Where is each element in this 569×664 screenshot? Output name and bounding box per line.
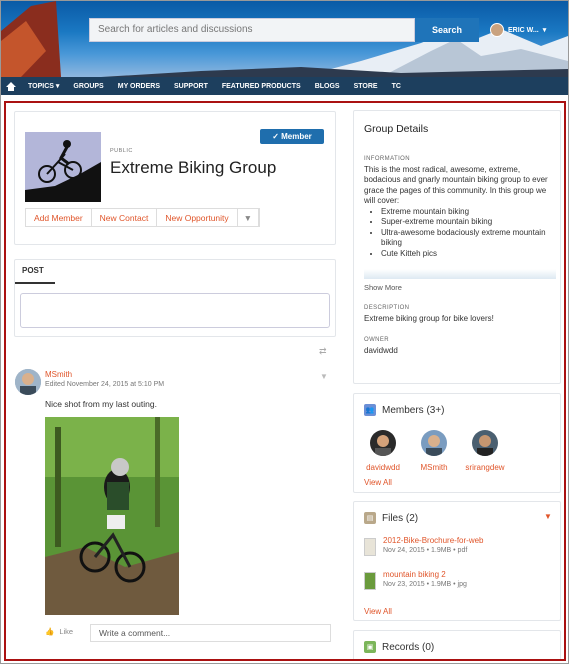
sort-icon[interactable]: ⇄ [319, 346, 327, 357]
list-item: Ultra-awesome bodaciously extreme mounta… [381, 228, 556, 249]
tab-post[interactable]: POST [15, 260, 55, 284]
group-description: DESCRIPTION Extreme biking group for bik… [364, 303, 556, 324]
member-name[interactable]: srirangdew [460, 463, 510, 472]
members-view-all-link[interactable]: View All [364, 478, 392, 487]
group-information: INFORMATION This is the most radical, aw… [364, 154, 556, 259]
member-name[interactable]: MSmith [409, 463, 459, 472]
avatar [490, 23, 504, 37]
search-button[interactable]: Search [415, 18, 479, 42]
file-item[interactable]: mountain biking 2 Nov 23, 2015 • 1.9MB •… [364, 570, 556, 594]
nav-item-topics[interactable]: TOPICS ▾ [21, 82, 66, 90]
user-name: ERIC W... [508, 26, 539, 34]
feed-author[interactable]: MSmith [45, 370, 72, 379]
files-icon: ▤ [364, 512, 376, 524]
information-label: INFORMATION [364, 156, 410, 162]
like-button[interactable]: 👍 Like [45, 627, 73, 636]
records-title: Records (0) [382, 641, 435, 653]
information-list: Extreme mountain biking Super-extreme mo… [381, 207, 556, 260]
file-item[interactable]: 2012-Bike-Brochure-for-web Nov 24, 2015 … [364, 536, 556, 560]
records-header: ▣ Records (0) [364, 641, 434, 653]
files-view-all-link[interactable]: View All [364, 607, 392, 616]
members-title: Members (3+) [382, 404, 445, 416]
files-title: Files (2) [382, 512, 419, 524]
nav-item-store[interactable]: STORE [347, 83, 385, 90]
file-name[interactable]: 2012-Bike-Brochure-for-web [383, 536, 484, 545]
feed-date: Edited November 24, 2015 at 5:10 PM [45, 381, 165, 388]
members-card: 👥 Members (3+) davidwdd MSmith srirangde… [353, 393, 561, 493]
nav-item-support[interactable]: SUPPORT [167, 83, 215, 90]
group-content: ✓ Member PUBLIC Extreme Biking Group Add… [4, 101, 566, 661]
feed-photo[interactable] [45, 417, 179, 615]
owner-label: OWNER [364, 337, 389, 343]
user-menu[interactable]: ERIC W... ▾ [490, 21, 546, 39]
description-label: DESCRIPTION [364, 305, 410, 311]
nav-item-featured-products[interactable]: FEATURED PRODUCTS [215, 83, 308, 90]
group-header-card: ✓ Member PUBLIC Extreme Biking Group Add… [14, 111, 336, 245]
action-bar: Add Member New Contact New Opportunity ▼ [25, 208, 261, 227]
files-card: ▤ Files (2) ▼ 2012-Bike-Brochure-for-web… [353, 501, 561, 621]
avatar [421, 430, 447, 456]
owner-name: davidwdd [364, 345, 398, 355]
search-input[interactable]: Search for articles and discussions [89, 18, 415, 42]
file-meta: Nov 23, 2015 • 1.9MB • jpg [383, 581, 467, 588]
records-card: ▣ Records (0) [353, 630, 561, 659]
list-item: Extreme mountain biking [381, 207, 556, 218]
like-label: Like [59, 627, 74, 636]
community-page: Search for articles and discussions Sear… [0, 0, 569, 664]
group-owner: OWNER davidwdd [364, 335, 398, 356]
files-header: ▤ Files (2) [364, 512, 418, 524]
show-more-link[interactable]: Show More [364, 283, 402, 292]
list-item: Cute Kitteh pics [381, 249, 556, 260]
members-icon: 👥 [364, 404, 376, 416]
information-text: This is the most radical, awesome, extre… [364, 164, 548, 206]
file-thumbnail [364, 538, 376, 556]
chevron-down-icon[interactable]: ▼ [238, 209, 260, 226]
member-item[interactable]: davidwdd [358, 430, 408, 472]
main-nav: TOPICS ▾ GROUPS MY ORDERS SUPPORT FEATUR… [1, 77, 568, 95]
file-thumbnail [364, 572, 376, 590]
avatar[interactable] [15, 369, 41, 395]
member-button[interactable]: ✓ Member [260, 129, 324, 144]
nav-item-my-orders[interactable]: MY ORDERS [111, 83, 167, 90]
feed-item: MSmith Edited November 24, 2015 at 5:10 … [14, 365, 336, 655]
text-fade [364, 269, 556, 279]
new-opportunity-button[interactable]: New Opportunity [157, 209, 238, 226]
avatar [370, 430, 396, 456]
description-text: Extreme biking group for bike lovers! [364, 313, 494, 323]
feed-text: Nice shot from my last outing. [45, 399, 157, 409]
group-details-card: Group Details INFORMATION This is the mo… [353, 110, 561, 384]
members-header: 👥 Members (3+) [364, 404, 445, 416]
page-title: Extreme Biking Group [110, 158, 277, 177]
chevron-down-icon[interactable]: ▼ [320, 372, 328, 381]
nav-item-groups[interactable]: GROUPS [66, 83, 110, 90]
add-member-button[interactable]: Add Member [26, 209, 92, 226]
home-icon[interactable] [1, 77, 21, 95]
group-image [25, 132, 101, 202]
post-input[interactable] [20, 293, 330, 328]
chevron-down-icon: ▾ [542, 27, 547, 34]
comment-input[interactable]: Write a comment... [90, 624, 331, 642]
avatar [472, 430, 498, 456]
publisher-card: POST [14, 259, 336, 337]
group-visibility: PUBLIC [110, 148, 133, 154]
thumbs-up-icon: 👍 [45, 627, 55, 636]
file-name[interactable]: mountain biking 2 [383, 570, 446, 579]
header-banner: Search for articles and discussions Sear… [1, 1, 568, 77]
chevron-down-icon[interactable]: ▼ [544, 512, 552, 521]
nav-item-tc[interactable]: TC [385, 83, 408, 90]
file-meta: Nov 24, 2015 • 1.9MB • pdf [383, 547, 468, 554]
member-name[interactable]: davidwdd [358, 463, 408, 472]
member-item[interactable]: MSmith [409, 430, 459, 472]
list-item: Super-extreme mountain biking [381, 217, 556, 228]
records-icon: ▣ [364, 641, 376, 653]
nav-item-blogs[interactable]: BLOGS [308, 83, 347, 90]
new-contact-button[interactable]: New Contact [92, 209, 158, 226]
member-item[interactable]: srirangdew [460, 430, 510, 472]
group-details-title: Group Details [364, 123, 429, 135]
